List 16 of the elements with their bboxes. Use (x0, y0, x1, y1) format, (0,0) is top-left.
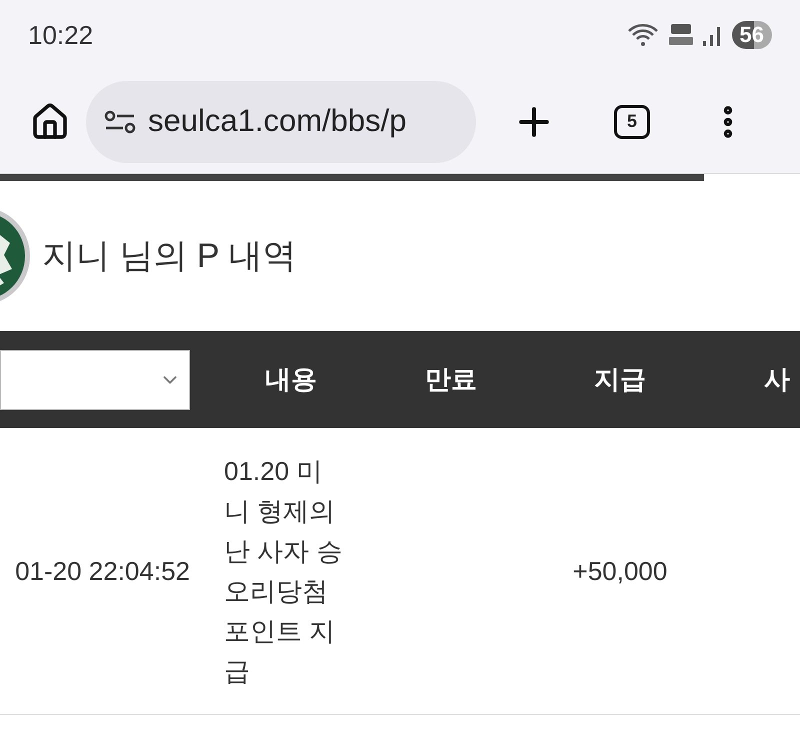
table-cell-text: 01-20 22:04:52 (15, 554, 190, 588)
column-header: 사 (764, 363, 790, 396)
wifi-icon (626, 22, 660, 48)
site-settings-icon (104, 108, 136, 134)
table-cell-text: 01.20 미니 형제의난 사자 승오리당첨 포인트 지급 (224, 455, 344, 688)
home-icon[interactable] (30, 102, 70, 142)
url-bar[interactable]: seulca1.com/bbs/p (86, 80, 476, 162)
tab-count[interactable]: 5 (614, 104, 650, 138)
battery-level: 56 (732, 21, 772, 49)
column-header: 만료 (425, 363, 477, 396)
column-header: 내용 (265, 363, 317, 396)
table-cell-text: +50,000 (572, 554, 668, 588)
url-text: seulca1.com/bbs/p (148, 102, 406, 140)
status-time: 10:22 (28, 18, 94, 52)
page-title: 지니 님의 P 내역 (42, 236, 296, 276)
column-header: 지급 (594, 363, 646, 396)
